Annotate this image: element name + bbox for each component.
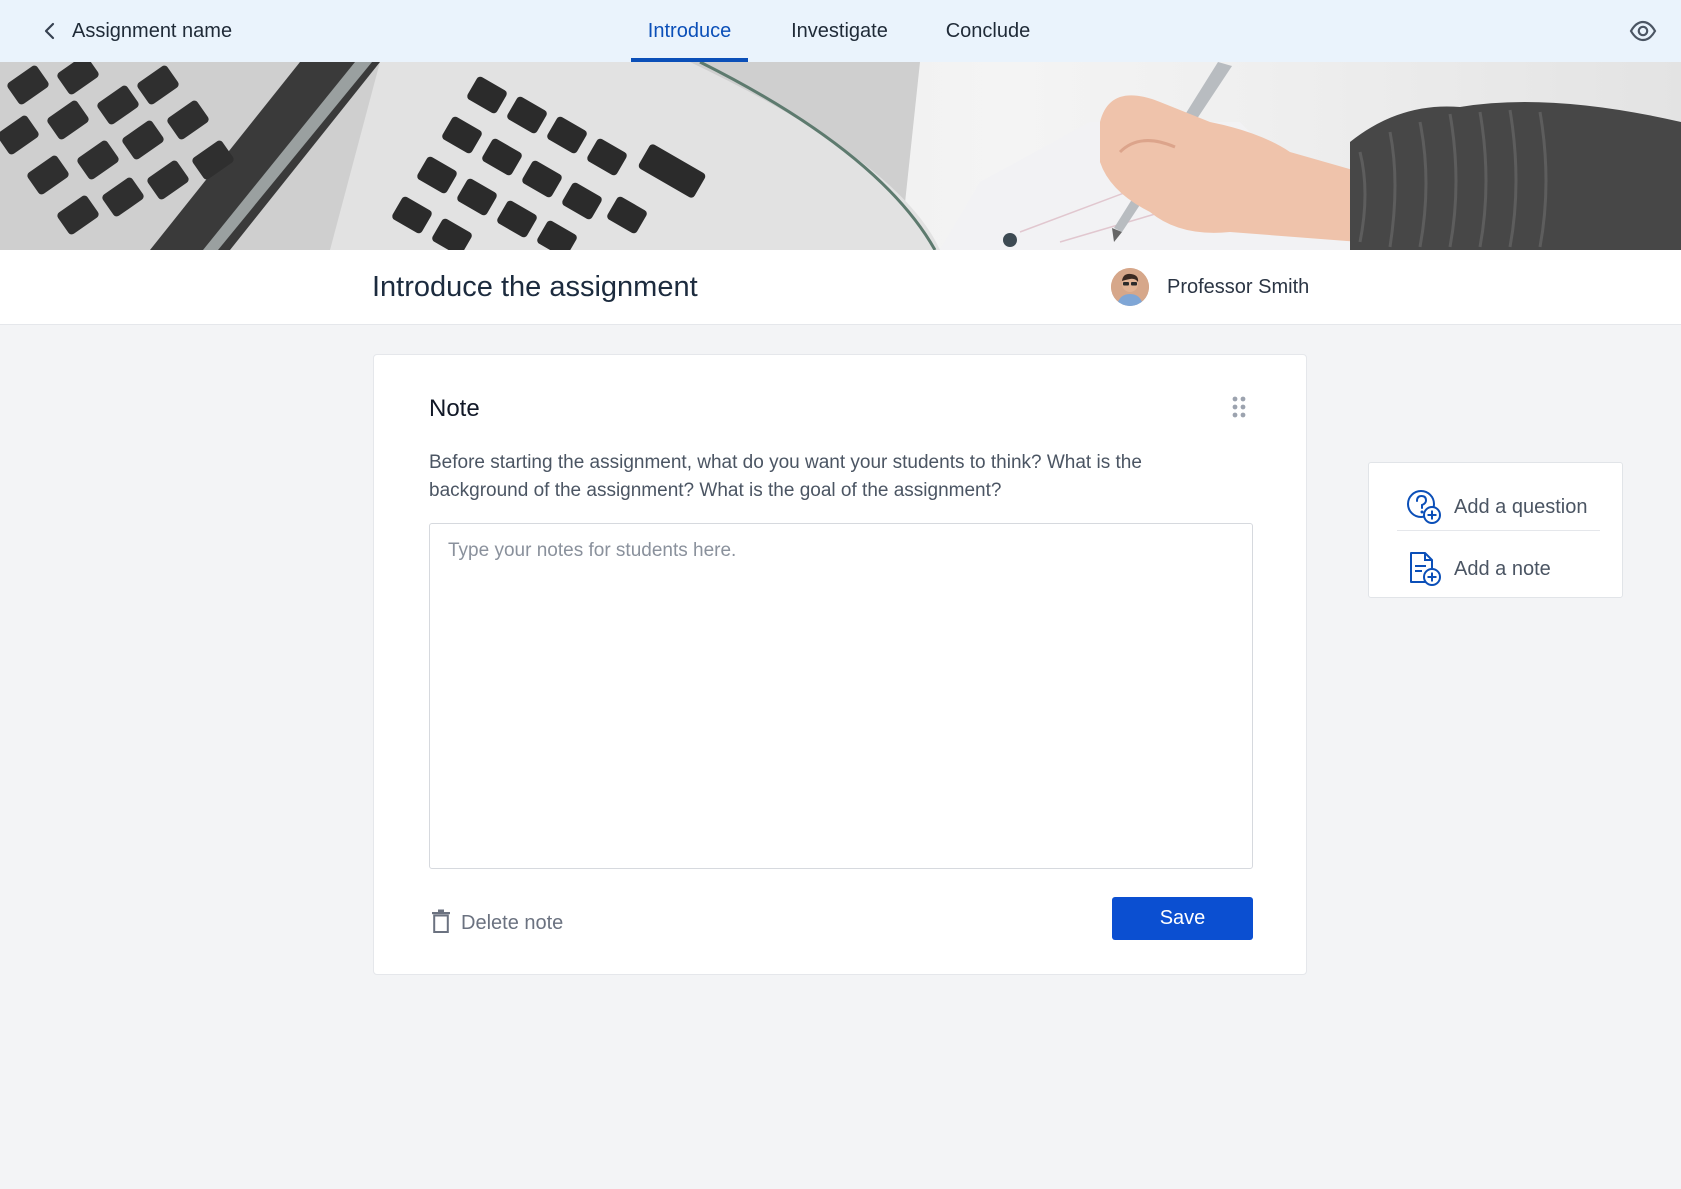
add-question-button[interactable]: Add a question [1406,483,1587,531]
note-card: Note Before starting the assignment, wha… [373,354,1307,975]
author: Professor Smith [1111,267,1309,307]
notes-textarea[interactable] [429,523,1253,869]
tab-conclude[interactable]: Conclude [934,0,1042,62]
divider [1397,530,1600,531]
delete-note-label: Delete note [461,911,564,934]
tab-investigate[interactable]: Investigate [779,0,900,62]
add-question-label: Add a question [1454,495,1588,518]
assignment-name: Assignment name [72,19,233,42]
card-description: Before starting the assignment, what do … [429,452,1142,501]
note-add-icon [1406,551,1442,587]
trash-icon [431,909,451,938]
page-header: Introduce the assignment Professor Smith [0,250,1681,325]
eye-icon[interactable] [1629,17,1657,45]
back-button[interactable]: Assignment name [40,0,232,62]
add-content-panel: Add a question Add a note [1368,462,1623,598]
tab-introduce[interactable]: Introduce [631,0,748,62]
top-nav: Assignment name Introduce Investigate Co… [0,0,1681,62]
drag-handle-icon[interactable] [1231,396,1247,418]
add-note-button[interactable]: Add a note [1406,545,1551,593]
chevron-left-icon [40,21,60,41]
author-name: Professor Smith [1167,275,1310,298]
save-button[interactable]: Save [1112,897,1253,940]
add-note-label: Add a note [1454,557,1551,580]
page-title: Introduce the assignment [372,270,698,303]
card-title: Note [429,395,480,422]
banner-image [0,62,1681,250]
delete-note-button[interactable]: Delete note [431,903,563,943]
avatar [1111,268,1149,306]
tab-bar: Introduce Investigate Conclude [0,0,1681,62]
question-add-icon [1406,489,1442,525]
